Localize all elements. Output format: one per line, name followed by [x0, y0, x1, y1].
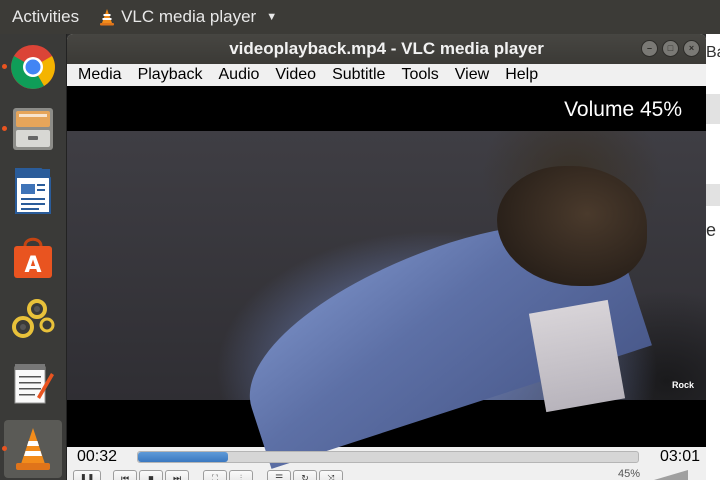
dock: A [0, 34, 67, 480]
menu-media[interactable]: Media [78, 66, 122, 84]
menu-help[interactable]: Help [505, 66, 538, 84]
volume-osd: Volume 45% [564, 98, 682, 121]
window-controls: – □ × [641, 40, 700, 57]
caret-down-icon: ▼ [266, 11, 278, 23]
vlc-cone-icon [16, 428, 50, 470]
video-content [528, 299, 626, 413]
time-elapsed: 00:32 [77, 448, 118, 465]
loop-button[interactable]: ↻ [293, 470, 317, 480]
background-window: Ba e [706, 34, 720, 480]
menu-bar: Media Playback Audio Video Subtitle Tool… [67, 64, 706, 86]
pause-button[interactable]: ❚❚ [73, 470, 101, 480]
shuffle-button[interactable]: ⤨ [319, 470, 343, 480]
next-button[interactable]: ⏭ [165, 470, 189, 480]
app-menu[interactable]: VLC media player ▼ [99, 7, 277, 27]
shopping-bag-icon: A [14, 237, 52, 278]
dock-item-files[interactable] [4, 100, 62, 158]
previous-button[interactable]: ⏮ [113, 470, 137, 480]
gears-icon [12, 299, 55, 338]
volume-percent: 45% [617, 468, 640, 480]
dock-item-text-editor[interactable] [4, 354, 62, 412]
chrome-icon [11, 45, 55, 89]
menu-view[interactable]: View [455, 66, 489, 84]
minimize-icon[interactable]: – [641, 40, 658, 57]
background-window-text: Ba [706, 44, 720, 61]
playlist-button[interactable]: ☰ [267, 470, 291, 480]
menu-audio[interactable]: Audio [219, 66, 260, 84]
seek-progress [138, 452, 228, 462]
stop-button[interactable]: ■ [139, 470, 163, 480]
top-bar: Activities VLC media player ▼ [0, 0, 720, 34]
video-area[interactable]: Rock Volume 45% [67, 86, 706, 469]
dock-item-vlc[interactable] [4, 420, 62, 478]
vlc-window: videoplayback.mp4 - VLC media player – □… [67, 34, 706, 480]
svg-text:A: A [24, 253, 41, 278]
background-window-text: e [706, 220, 717, 240]
vlc-cone-icon [100, 9, 115, 26]
volume-slider[interactable] [654, 470, 688, 480]
seek-row: 00:32 03:01 [67, 447, 706, 467]
dock-item-chrome[interactable] [4, 38, 62, 96]
document-writer-icon [15, 168, 51, 214]
running-indicator [2, 126, 7, 131]
window-title: videoplayback.mp4 - VLC media player [229, 39, 544, 58]
running-indicator [2, 64, 7, 69]
video-frame: Rock [67, 131, 706, 469]
extended-settings-button[interactable]: ⫶ [229, 470, 253, 480]
controls-bar: ❚❚ ⏮ ■ ⏭ ⛶ ⫶ ☰ ↻ ⤨ 45% [67, 468, 706, 480]
dock-item-software[interactable]: A [4, 228, 62, 286]
background-window-band [706, 94, 720, 124]
menu-playback[interactable]: Playback [138, 66, 203, 84]
time-total: 03:01 [659, 448, 700, 465]
activities-button[interactable]: Activities [12, 7, 79, 27]
menu-tools[interactable]: Tools [401, 66, 438, 84]
menu-subtitle[interactable]: Subtitle [332, 66, 385, 84]
app-menu-label: VLC media player [121, 7, 257, 26]
background-window-band [706, 184, 720, 206]
video-watermark: Rock [671, 380, 694, 390]
dock-item-settings[interactable] [4, 290, 62, 348]
dock-item-writer[interactable] [4, 162, 62, 220]
notepad-pencil-icon [14, 364, 54, 404]
fullscreen-button[interactable]: ⛶ [203, 470, 227, 480]
maximize-icon[interactable]: □ [662, 40, 679, 57]
menu-video[interactable]: Video [275, 66, 316, 84]
window-titlebar[interactable]: videoplayback.mp4 - VLC media player – □… [67, 34, 706, 64]
running-indicator [2, 446, 7, 451]
file-cabinet-icon [13, 108, 53, 150]
seek-slider[interactable] [137, 451, 639, 463]
close-icon[interactable]: × [683, 40, 700, 57]
